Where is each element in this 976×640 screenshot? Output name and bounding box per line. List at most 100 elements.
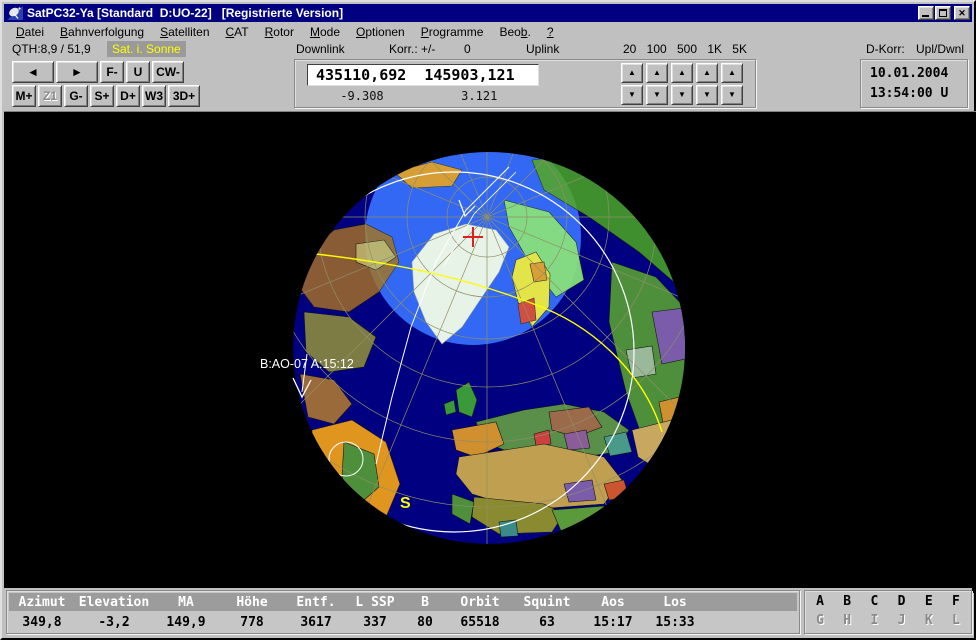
menu-item-rotor[interactable]: Rotor <box>257 24 302 40</box>
status-col-label: Höhe <box>219 595 285 610</box>
menu-item-beob[interactable]: Beob. <box>491 24 538 40</box>
s-plus-button[interactable]: S+ <box>90 85 114 107</box>
dkorr-value[interactable]: Upl/Dwnl <box>916 42 964 56</box>
spinner-down-1[interactable]: ▼ <box>621 85 643 105</box>
g-minus-button[interactable]: G- <box>64 85 88 107</box>
memory-key-i[interactable]: I <box>865 613 883 632</box>
memory-key-k[interactable]: K <box>920 613 938 632</box>
downlink-frequency: 435110,692 <box>316 66 406 84</box>
step-500[interactable]: 500 <box>676 42 698 56</box>
uplink-label: Uplink <box>526 42 559 56</box>
menu-item-cat[interactable]: CAT <box>218 24 257 40</box>
sun-status-badge: Sat. i. Sonne <box>107 41 186 57</box>
memory-key-j[interactable]: J <box>893 613 911 632</box>
status-col-value: 15:17 <box>581 615 645 630</box>
korr-value: 0 <box>464 42 471 56</box>
frequency-panel: 435110,692 145903,121 -9.308 3.121 ▲▼▲▼▲… <box>294 59 756 108</box>
bottom-bar: AzimutElevationMAHöheEntf.L SSPBOrbitSqu… <box>4 588 972 636</box>
status-col-label: B <box>403 595 447 610</box>
menu-bar: DateiBahnverfolgungSatellitenCATRotorMod… <box>4 23 972 41</box>
step-5k[interactable]: 5K <box>731 42 748 56</box>
spinner-down-4[interactable]: ▼ <box>696 85 718 105</box>
menu-item-mode[interactable]: Mode <box>302 24 348 40</box>
z1-button[interactable]: Z1 <box>38 85 62 107</box>
satellite-label: B:AO-07 A:15:12 <box>260 357 354 371</box>
m-plus-button[interactable]: M+ <box>12 85 36 107</box>
step-1k[interactable]: 1K <box>706 42 723 56</box>
spinner-column-1: ▲▼ <box>621 63 643 105</box>
satellite-dish-icon <box>7 6 23 20</box>
menu-item-bahnverfolgung[interactable]: Bahnverfolgung <box>52 24 152 40</box>
satpc32-window: { "window": { "title": "SatPC32-Ya [Stan… <box>0 0 976 640</box>
memory-key-a[interactable]: A <box>811 594 829 613</box>
menu-item-programme[interactable]: Programme <box>413 24 492 40</box>
doppler-row: -9.308 3.121 <box>307 89 539 103</box>
status-col-label: L SSP <box>347 595 403 610</box>
status-col-label: Aos <box>581 595 645 610</box>
status-col-value: 3617 <box>285 615 347 630</box>
spinner-down-5[interactable]: ▼ <box>721 85 743 105</box>
spinner-down-2[interactable]: ▼ <box>646 85 668 105</box>
frequency-display[interactable]: 435110,692 145903,121 <box>307 64 539 86</box>
tuning-steps: 20 100 500 1K 5K <box>622 42 748 56</box>
spinner-up-5[interactable]: ▲ <box>721 63 743 83</box>
close-button[interactable]: ✕ <box>954 6 970 20</box>
menu-item-satelliten[interactable]: Satelliten <box>152 24 217 40</box>
memory-key-e[interactable]: E <box>920 594 938 613</box>
downlink-label: Downlink <box>296 42 345 56</box>
spinner-column-2: ▲▼ <box>646 63 668 105</box>
map-area[interactable]: B:AO-07 A:15:12 S <box>4 111 976 592</box>
status-header-row: AzimutElevationMAHöheEntf.L SSPBOrbitSqu… <box>9 593 797 611</box>
cw-minus-button[interactable]: CW- <box>152 61 184 83</box>
spinner-up-1[interactable]: ▲ <box>621 63 643 83</box>
info-row: QTH:8,9 / 51,9 Sat. i. Sonne Downlink Ko… <box>4 41 972 59</box>
toolbar: ◄►F-UCW- M+Z1G-S+D+W33D+ 435110,692 1459… <box>4 59 972 111</box>
status-col-value: 337 <box>347 615 403 630</box>
u-button[interactable]: U <box>126 61 150 83</box>
minimize-button[interactable] <box>918 6 934 20</box>
menu-item-datei[interactable]: Datei <box>8 24 52 40</box>
step-100[interactable]: 100 <box>646 42 668 56</box>
d-plus-button[interactable]: D+ <box>116 85 140 107</box>
memory-key-l[interactable]: L <box>947 613 965 632</box>
f-minus-button[interactable]: F- <box>100 61 124 83</box>
maximize-icon <box>939 9 947 17</box>
memory-keys-active: ABCDEF <box>811 594 965 613</box>
status-col-value: 80 <box>403 615 447 630</box>
memory-key-f[interactable]: F <box>947 594 965 613</box>
uplink-frequency: 145903,121 <box>424 66 514 84</box>
spinner-up-4[interactable]: ▲ <box>696 63 718 83</box>
step-20[interactable]: 20 <box>622 42 637 56</box>
status-values-row: 349,8-3,2149,9778361733780655186315:1715… <box>9 611 797 633</box>
status-col-label: Entf. <box>285 595 347 610</box>
status-col-value: 349,8 <box>9 615 75 630</box>
datetime-panel: 10.01.2004 13:54:00 U <box>860 59 968 108</box>
dkorr-label: D-Korr: <box>866 42 905 56</box>
korr-label: Korr.: +/- <box>389 42 435 56</box>
menu-item-optionen[interactable]: Optionen <box>348 24 413 40</box>
time-value: 13:54:00 U <box>870 86 948 101</box>
status-col-value: 778 <box>219 615 285 630</box>
prev-button[interactable]: ◄ <box>12 61 54 83</box>
date-value: 10.01.2004 <box>870 66 948 81</box>
spinner-up-2[interactable]: ▲ <box>646 63 668 83</box>
memory-key-b[interactable]: B <box>838 594 856 613</box>
next-button[interactable]: ► <box>56 61 98 83</box>
threed-plus-button[interactable]: 3D+ <box>168 85 200 107</box>
status-col-label: Azimut <box>9 595 75 610</box>
memory-key-g[interactable]: G <box>811 613 829 632</box>
spinner-down-3[interactable]: ▼ <box>671 85 693 105</box>
spinner-up-3[interactable]: ▲ <box>671 63 693 83</box>
memory-key-c[interactable]: C <box>865 594 883 613</box>
spinner-column-5: ▲▼ <box>721 63 743 105</box>
sun-marker: S <box>400 495 411 512</box>
memory-key-h[interactable]: H <box>838 613 856 632</box>
status-col-label: Elevation <box>75 595 153 610</box>
memory-key-d[interactable]: D <box>893 594 911 613</box>
status-col-label: Los <box>645 595 705 610</box>
menu-item-?[interactable]: ? <box>539 24 562 40</box>
maximize-button[interactable] <box>935 6 951 20</box>
title-bar[interactable]: SatPC32-Ya [Standard D:UO-22] [Registrie… <box>4 4 972 22</box>
w3-button[interactable]: W3 <box>142 85 166 107</box>
status-col-label: MA <box>153 595 219 610</box>
